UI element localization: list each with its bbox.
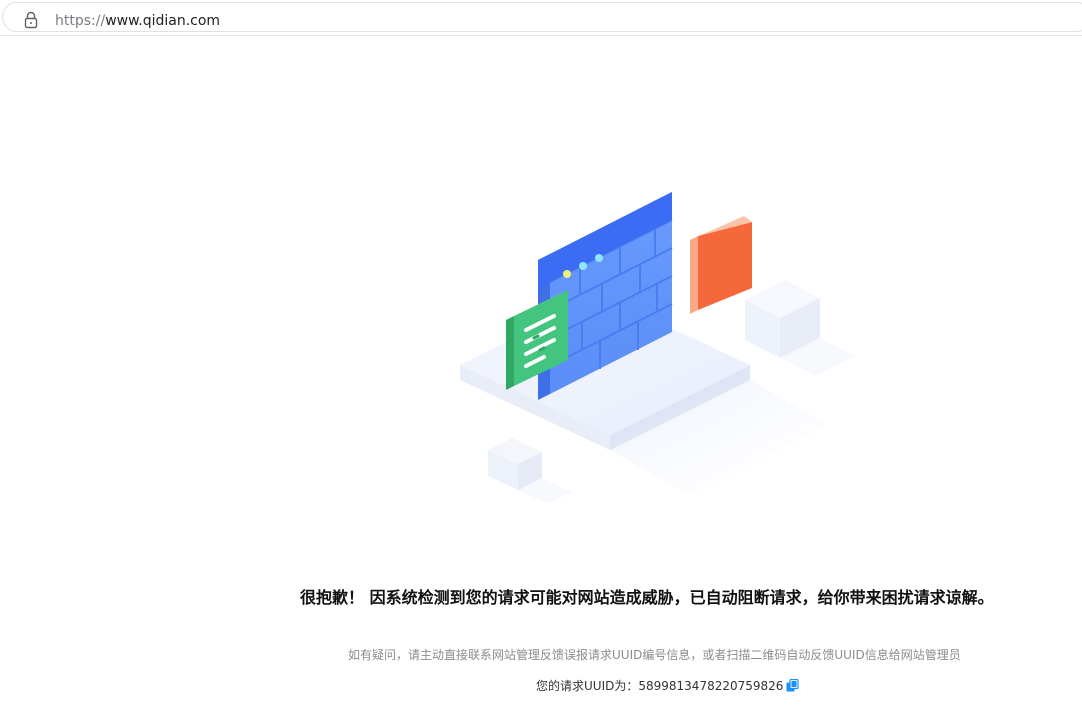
uuid-label: 您的请求UUID为： — [536, 679, 639, 693]
lock-icon[interactable] — [23, 11, 39, 29]
orange-block — [690, 216, 752, 314]
url-host: www.qidian.com — [105, 13, 221, 29]
firewall-illustration — [460, 192, 855, 504]
url-text[interactable]: https://www.qidian.com — [55, 12, 220, 30]
blocked-request-page: https://www.qidian.com 很抱歉！ 因系统检测到您的请求可能… — [0, 0, 1082, 714]
copy-icon[interactable] — [786, 679, 800, 692]
browser-address-bar: https://www.qidian.com — [0, 0, 1082, 36]
feedback-hint: 如有疑问，请主动直接联系网站管理反馈误报请求UUID编号信息，或者扫描二维码自动… — [348, 648, 961, 662]
url-scheme: https:// — [55, 13, 106, 29]
window-dot-yellow — [563, 270, 571, 278]
uuid-value[interactable]: 5899813478220759826 — [638, 679, 783, 693]
cube-right — [745, 280, 855, 376]
window-dot-cyan-2 — [595, 254, 603, 262]
window-dot-cyan-1 — [579, 262, 587, 270]
url-field[interactable]: https://www.qidian.com — [2, 2, 1082, 32]
cube-left — [488, 438, 572, 504]
uuid-row: 您的请求UUID为：5899813478220759826 — [536, 678, 800, 694]
block-headline: 很抱歉！ 因系统检测到您的请求可能对网站造成威胁，已自动阻断请求，给你带来困扰请… — [300, 588, 994, 607]
